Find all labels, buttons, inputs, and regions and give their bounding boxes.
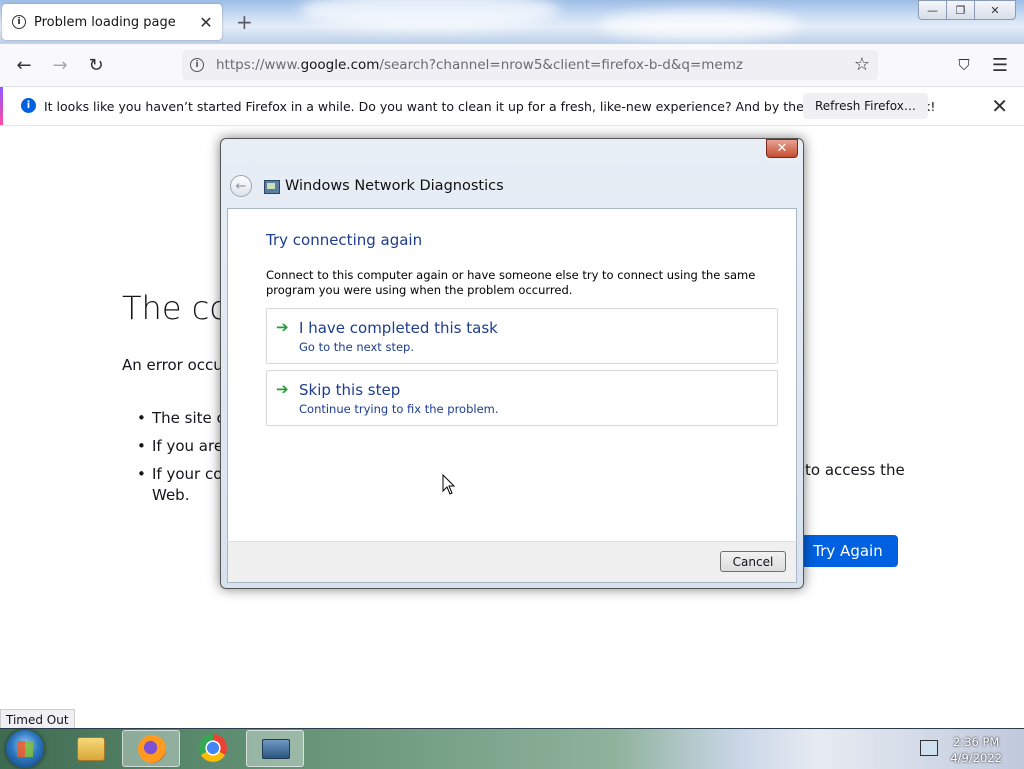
green-arrow-icon: ➔ <box>276 380 289 398</box>
start-button[interactable] <box>6 730 44 768</box>
cancel-button[interactable]: Cancel <box>720 551 786 572</box>
dialog-body-text: Connect to this computer again or have s… <box>266 268 756 297</box>
green-arrow-icon: ➔ <box>276 318 289 336</box>
error-title: The co <box>122 289 229 327</box>
taskbar-chrome[interactable] <box>184 730 242 767</box>
list-item-continuation: Web. <box>152 486 190 504</box>
dialog-content-panel: Try connecting again Connect to this com… <box>227 208 797 542</box>
tab-title: Problem loading page <box>34 14 176 30</box>
network-diagnostics-dialog: ✕ ← Windows Network Diagnostics Try conn… <box>220 138 804 589</box>
notification-close-icon[interactable]: ✕ <box>991 94 1008 118</box>
option-title: Skip this step <box>299 381 401 399</box>
minimize-button[interactable]: — <box>918 0 947 20</box>
url-text[interactable]: https://www.google.com/search?channel=nr… <box>216 57 743 73</box>
tab-close-icon[interactable]: ✕ <box>198 13 214 32</box>
option-title: I have completed this task <box>299 319 498 337</box>
option-completed-task[interactable]: ➔ I have completed this task Go to the n… <box>266 308 778 364</box>
taskbar: 2:36 PM 4/9/2022 <box>0 728 1024 769</box>
option-skip-step[interactable]: ➔ Skip this step Continue trying to fix … <box>266 370 778 426</box>
refresh-firefox-button[interactable]: Refresh Firefox… <box>803 93 928 119</box>
taskbar-explorer[interactable] <box>62 730 120 767</box>
back-arrow-icon[interactable]: ← <box>10 51 38 79</box>
tab-strip: i Problem loading page ✕ + — ❐ ✕ <box>0 0 1024 44</box>
chrome-icon <box>199 734 227 762</box>
window-controls: — ❐ ✕ <box>918 0 1016 20</box>
clock-date: 4/9/2022 <box>950 751 1002 765</box>
tab-problem-loading[interactable]: i Problem loading page ✕ <box>2 4 222 40</box>
dialog-heading: Try connecting again <box>266 231 423 249</box>
taskbar-firefox[interactable] <box>122 730 180 767</box>
notification-message: It looks like you haven’t started Firefo… <box>44 99 936 114</box>
mouse-cursor-icon <box>442 474 456 495</box>
clock-time: 2:36 PM <box>953 735 1000 749</box>
info-badge-icon: i <box>21 98 36 113</box>
refresh-notification-bar: i It looks like you haven’t started Fire… <box>0 87 1024 126</box>
network-diagnostics-icon <box>264 180 280 194</box>
new-tab-button[interactable]: + <box>236 10 253 34</box>
url-bar[interactable]: i https://www.google.com/search?channel=… <box>182 50 878 80</box>
folder-icon <box>77 737 105 761</box>
dialog-title: Windows Network Diagnostics <box>285 178 504 194</box>
network-tray-icon[interactable] <box>920 740 938 756</box>
dialog-footer <box>227 541 797 583</box>
option-subtitle: Continue trying to fix the problem. <box>299 402 499 416</box>
status-panel: Timed Out <box>0 709 75 730</box>
info-icon: i <box>12 15 26 29</box>
clock[interactable]: 2:36 PM 4/9/2022 <box>950 734 1002 766</box>
system-tray: 2:36 PM 4/9/2022 <box>914 729 1024 769</box>
menu-icon[interactable]: ☰ <box>986 51 1014 79</box>
error-text-fragment: to access the <box>805 461 905 479</box>
network-diagnostics-icon <box>262 739 290 759</box>
window-close-button[interactable]: ✕ <box>974 0 1016 20</box>
dialog-back-icon[interactable]: ← <box>230 175 252 197</box>
firefox-icon <box>138 735 166 763</box>
dialog-close-button[interactable]: ✕ <box>766 139 798 158</box>
error-description: An error occurr <box>122 356 235 374</box>
restore-button[interactable]: ❐ <box>946 0 975 20</box>
nav-bar: ← → ↻ i https://www.google.com/search?ch… <box>0 44 1024 87</box>
option-subtitle: Go to the next step. <box>299 340 414 354</box>
try-again-button[interactable]: Try Again <box>798 535 898 567</box>
site-info-icon[interactable]: i <box>190 58 204 72</box>
taskbar-network-diagnostics[interactable] <box>246 730 304 767</box>
bookmark-star-icon[interactable]: ☆ <box>854 54 870 75</box>
pocket-icon[interactable]: ⛉ <box>950 51 978 79</box>
forward-arrow-icon[interactable]: → <box>46 51 74 79</box>
reload-icon[interactable]: ↻ <box>82 51 110 79</box>
